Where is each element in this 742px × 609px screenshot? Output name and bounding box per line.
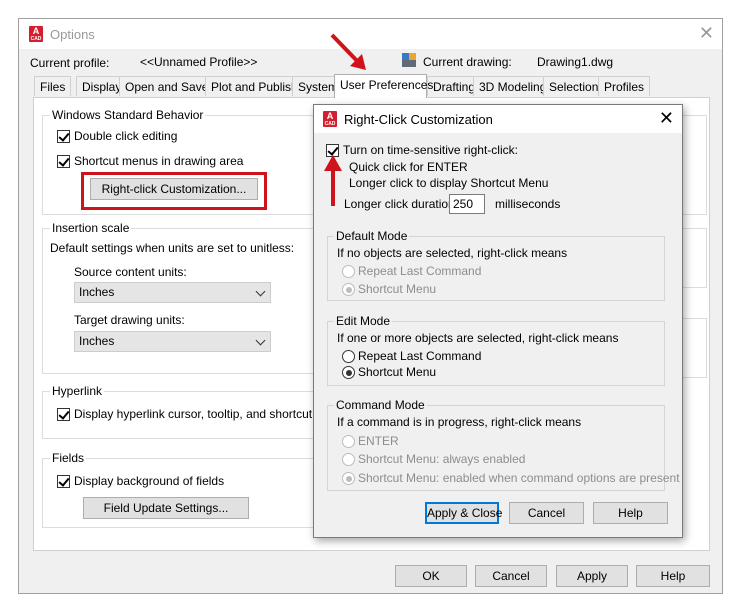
edit-mode-title: Edit Mode xyxy=(334,314,393,328)
right-click-customization-dialog: A CAD Right-Click Customization ✕ Turn on… xyxy=(313,104,683,538)
tab-files[interactable]: Files xyxy=(34,76,72,96)
edit-repeat-radio[interactable] xyxy=(342,350,355,363)
options-title: Options xyxy=(50,27,95,42)
edit-repeat-label: Repeat Last Command xyxy=(358,349,482,363)
default-mode-title: Default Mode xyxy=(334,229,410,243)
target-units-select[interactable]: Inches xyxy=(74,331,271,352)
tab-user-preferences[interactable]: User Preferences xyxy=(334,74,433,98)
hyperlink-title: Hyperlink xyxy=(50,384,105,398)
drawing-icon xyxy=(402,53,416,67)
options-titlebar[interactable]: A CAD Options ✕ xyxy=(19,19,722,49)
help-button[interactable]: Help xyxy=(636,565,710,587)
windows-behavior-group: Windows Standard Behavior Double click e… xyxy=(42,108,332,215)
fields-title: Fields xyxy=(50,451,87,465)
longer-click-label: Longer click to display Shortcut Menu xyxy=(349,176,549,190)
insertion-scale-title: Insertion scale xyxy=(50,221,132,235)
source-units-label: Source content units: xyxy=(74,265,187,279)
apply-button[interactable]: Apply xyxy=(556,565,628,587)
autocad-app-icon: A CAD xyxy=(29,26,43,42)
tab-plot-and-publish[interactable]: Plot and Publish xyxy=(205,76,304,96)
windows-behavior-title: Windows Standard Behavior xyxy=(50,108,206,122)
edit-shortcut-label: Shortcut Menu xyxy=(358,365,437,379)
chevron-down-icon xyxy=(255,286,266,297)
fields-background-checkbox[interactable] xyxy=(57,475,70,488)
shortcut-menus-label: Shortcut menus in drawing area xyxy=(74,154,244,168)
command-mode-desc: If a command is in progress, right-click… xyxy=(337,415,582,429)
tab-selection[interactable]: Selection xyxy=(543,76,605,96)
red-arrow-tab-annotation xyxy=(330,33,366,70)
shortcut-menus-checkbox[interactable] xyxy=(57,155,70,168)
tab-open-and-save[interactable]: Open and Save xyxy=(119,76,215,96)
current-profile-value: <<Unnamed Profile>> xyxy=(140,55,258,69)
command-mode-group: Command Mode If a command is in progress… xyxy=(327,398,680,491)
duration-input[interactable]: 250 xyxy=(449,194,485,214)
double-click-checkbox[interactable] xyxy=(57,130,70,143)
fields-group: Fields Display background of fields Fiel… xyxy=(42,451,332,528)
apply-close-button[interactable]: Apply & Close xyxy=(425,502,502,524)
command-always-radio[interactable] xyxy=(342,453,355,466)
target-units-value: Inches xyxy=(79,334,115,348)
close-icon[interactable]: ✕ xyxy=(699,23,714,44)
red-arrow-checkbox-annotation xyxy=(324,155,342,206)
edit-shortcut-radio[interactable] xyxy=(342,366,355,379)
insertion-scale-group: Insertion scale Default settings when un… xyxy=(42,221,332,374)
default-repeat-radio[interactable] xyxy=(342,265,355,278)
default-mode-desc: If no objects are selected, right-click … xyxy=(337,246,568,260)
command-options-label: Shortcut Menu: enabled when command opti… xyxy=(358,471,680,485)
current-drawing-value: Drawing1.dwg xyxy=(537,55,614,69)
ok-button[interactable]: OK xyxy=(395,565,467,587)
command-options-radio[interactable] xyxy=(342,472,355,485)
source-units-value: Inches xyxy=(79,285,115,299)
rc-titlebar[interactable]: A CAD Right-Click Customization ✕ xyxy=(314,105,682,133)
double-click-label: Double click editing xyxy=(74,129,178,143)
default-repeat-label: Repeat Last Command xyxy=(358,264,482,278)
time-sensitive-label: Turn on time-sensitive right-click: xyxy=(343,143,518,157)
duration-label: Longer click duration: xyxy=(344,197,459,211)
quick-click-label: Quick click for ENTER xyxy=(349,160,468,174)
insertion-desc: Default settings when units are set to u… xyxy=(50,241,295,255)
hyperlink-label: Display hyperlink cursor, tooltip, and s… xyxy=(74,407,346,421)
rc-cancel-button[interactable]: Cancel xyxy=(509,502,584,524)
right-click-customization-button[interactable]: Right-click Customization... xyxy=(90,178,258,200)
rc-help-button[interactable]: Help xyxy=(593,502,668,524)
chevron-down-icon xyxy=(255,335,266,346)
fields-background-label: Display background of fields xyxy=(74,474,225,488)
default-mode-group: Default Mode If no objects are selected,… xyxy=(327,229,665,301)
command-enter-radio[interactable] xyxy=(342,435,355,448)
hyperlink-group: Hyperlink Display hyperlink cursor, tool… xyxy=(42,384,345,439)
current-drawing-label: Current drawing: xyxy=(423,55,512,69)
close-icon[interactable]: ✕ xyxy=(659,108,674,129)
field-update-settings-button[interactable]: Field Update Settings... xyxy=(83,497,249,519)
duration-unit: milliseconds xyxy=(495,197,561,211)
source-units-select[interactable]: Inches xyxy=(74,282,271,303)
edit-mode-desc: If one or more objects are selected, rig… xyxy=(337,331,619,345)
target-units-label: Target drawing units: xyxy=(74,313,185,327)
command-always-label: Shortcut Menu: always enabled xyxy=(358,452,526,466)
current-profile-label: Current profile: xyxy=(30,56,110,70)
default-shortcut-radio[interactable] xyxy=(342,283,355,296)
rc-title: Right-Click Customization xyxy=(344,112,493,127)
cancel-button[interactable]: Cancel xyxy=(475,565,547,587)
default-shortcut-label: Shortcut Menu xyxy=(358,282,437,296)
autocad-app-icon: A CAD xyxy=(323,111,337,127)
hyperlink-checkbox[interactable] xyxy=(57,408,70,421)
edit-mode-group: Edit Mode If one or more objects are sel… xyxy=(327,314,665,386)
command-enter-label: ENTER xyxy=(358,434,399,448)
tab-3d-modeling[interactable]: 3D Modeling xyxy=(473,76,553,96)
tab-profiles[interactable]: Profiles xyxy=(598,76,651,96)
command-mode-title: Command Mode xyxy=(334,398,427,412)
